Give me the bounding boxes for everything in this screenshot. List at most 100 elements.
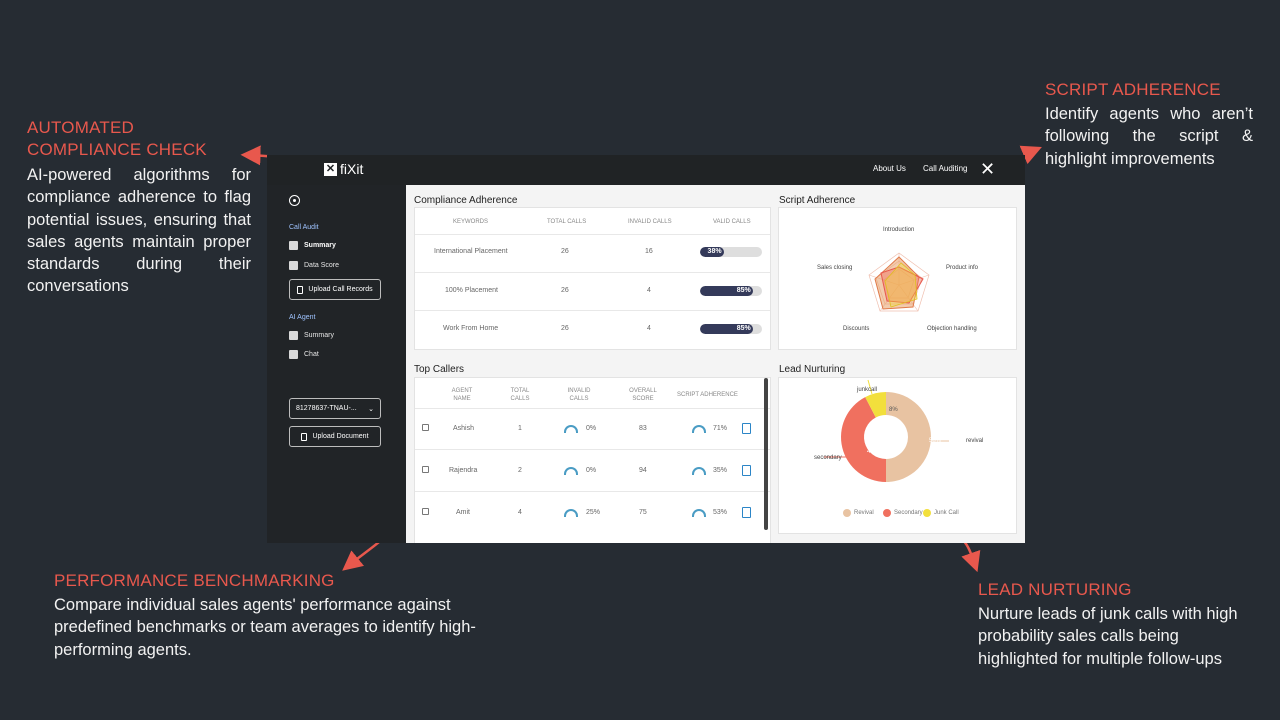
slice-label-revival: 50% — [929, 438, 942, 444]
logo-text: fiXit — [340, 161, 364, 177]
caller-invalid: 0% — [586, 467, 597, 474]
record-icon[interactable] — [289, 195, 300, 206]
file-icon — [301, 432, 308, 441]
file-icon — [297, 285, 304, 294]
scrollbar[interactable] — [764, 378, 768, 530]
callout-lead-body: Nurture leads of junk calls with high pr… — [978, 605, 1238, 668]
col-header-line: OVERALL — [629, 388, 657, 394]
sidebar-item-summary[interactable]: Summary — [289, 241, 336, 250]
divider — [415, 234, 770, 235]
radar-axis-label: Introduction — [883, 227, 915, 233]
legend-item-junk-call[interactable]: Junk Call — [923, 509, 959, 517]
divider — [415, 272, 770, 273]
upload-call-records-button[interactable]: Upload Call Records — [289, 279, 381, 300]
logo[interactable]: ✕ fiXit — [324, 161, 363, 177]
legend-dot-junk — [923, 509, 931, 517]
sidebar-section-ai-agent: AI Agent — [289, 314, 316, 321]
nav-about-us[interactable]: About Us — [873, 164, 906, 173]
row-checkbox[interactable] — [422, 508, 429, 515]
col-header-line: INVALID — [567, 388, 591, 394]
compliance-invalid: 4 — [647, 325, 651, 332]
document-icon[interactable] — [742, 423, 751, 434]
donut-slice-revival — [886, 392, 931, 482]
agent-id-select[interactable]: 81278637-TNAU-... ⌄ — [289, 398, 381, 419]
legend-label: Secondary — [894, 510, 923, 516]
valid-calls-label: 38% — [707, 248, 722, 255]
col-header-line: TOTAL — [510, 388, 530, 394]
gauge-icon — [564, 425, 578, 433]
col-header-total-calls[interactable]: TOTAL CALLS — [508, 387, 532, 403]
col-header-invalid-calls[interactable]: INVALID CALLS — [565, 387, 593, 403]
compliance-table: KEYWORDS TOTAL CALLS INVALID CALLS VALID… — [414, 207, 771, 350]
compliance-keyword: 100% Placement — [445, 287, 498, 294]
caller-total: 2 — [518, 467, 522, 474]
label-junkcall: junkcall — [857, 387, 878, 393]
caller-invalid: 25% — [586, 509, 601, 516]
caller-name: Ashish — [453, 425, 475, 432]
caller-script: 35% — [713, 467, 728, 474]
divider — [415, 491, 770, 492]
top-bar: ✕ fiXit About Us Call Auditing ✕ — [267, 155, 1025, 185]
gauge-icon — [692, 467, 706, 475]
sidebar-item-data-score[interactable]: Data Score — [289, 261, 339, 270]
callout-compliance-title-2: COMPLIANCE CHECK — [27, 140, 207, 159]
row-checkbox[interactable] — [422, 466, 429, 473]
slice-label-secondary: 42% — [867, 449, 880, 455]
radar-axis-label: Discounts — [843, 326, 870, 332]
caller-score: 94 — [639, 467, 647, 474]
compliance-total: 26 — [561, 325, 569, 332]
callout-performance-body: Compare individual sales agents' perform… — [54, 596, 476, 659]
legend-item-revival[interactable]: Revival — [843, 509, 874, 517]
top-callers-title: Top Callers — [414, 364, 465, 375]
compliance-invalid: 16 — [645, 248, 653, 255]
caller-total: 1 — [518, 425, 522, 432]
script-radar-card: Introduction Product info Objection hand… — [778, 207, 1017, 350]
col-header-agent-name[interactable]: AGENT NAME — [450, 387, 474, 403]
col-header-overall-score[interactable]: OVERALL SCORE — [627, 387, 659, 403]
score-icon — [289, 261, 298, 270]
callout-performance: PERFORMANCE BENCHMARKING Compare individ… — [54, 570, 477, 661]
col-header-script-adherence[interactable]: SCRIPT ADHERENCE — [677, 391, 738, 399]
col-header-line: CALLS — [569, 396, 589, 402]
agent-id-select-value: 81278637-TNAU-... — [296, 405, 357, 412]
gauge-icon — [692, 509, 706, 517]
document-icon[interactable] — [742, 465, 751, 476]
document-icon[interactable] — [742, 507, 751, 518]
lead-nurturing-title: Lead Nurturing — [779, 364, 846, 375]
lead-nurturing-card: 50% 42% 8% revival secondary junkcall Re… — [778, 377, 1017, 534]
close-icon[interactable]: ✕ — [980, 159, 995, 179]
sidebar-item-chat[interactable]: Chat — [289, 350, 319, 359]
caller-script: 53% — [713, 509, 728, 516]
col-header-invalid-calls: INVALID CALLS — [628, 219, 672, 225]
upload-document-button[interactable]: Upload Document — [289, 426, 381, 447]
sidebar-item-agent-summary[interactable]: Summary — [289, 331, 334, 340]
document-icon — [289, 331, 298, 340]
col-header-line: CALLS — [510, 396, 530, 402]
callout-lead-title: LEAD NURTURING — [978, 580, 1132, 599]
compliance-total: 26 — [561, 287, 569, 294]
script-title: Script Adherence — [779, 195, 856, 206]
caller-score: 83 — [639, 425, 647, 432]
compliance-invalid: 4 — [647, 287, 651, 294]
gauge-icon — [564, 467, 578, 475]
gauge-icon — [564, 509, 578, 517]
chevron-down-icon: ⌄ — [368, 406, 374, 413]
divider — [415, 408, 770, 409]
sidebar-section-call-audit: Call Audit — [289, 224, 319, 231]
nav-call-auditing[interactable]: Call Auditing — [923, 164, 967, 173]
col-header-line: AGENT — [451, 388, 473, 394]
col-header-total-calls: TOTAL CALLS — [547, 219, 587, 225]
col-header-keywords: KEYWORDS — [453, 219, 489, 225]
legend-dot-revival — [843, 509, 851, 517]
caller-name: Amit — [456, 509, 470, 516]
caller-name: Rajendra — [449, 467, 478, 474]
sidebar: Call Audit Summary Data Score Upload Cal… — [267, 185, 406, 543]
logo-mark-icon: ✕ — [324, 162, 337, 176]
sidebar-item-label: Data Score — [304, 262, 340, 269]
legend-dot-secondary — [883, 509, 891, 517]
legend-item-secondary[interactable]: Secondary — [883, 509, 923, 517]
row-checkbox[interactable] — [422, 424, 429, 431]
top-callers-table: AGENT NAME TOTAL CALLS INVALID CALLS OVE… — [414, 377, 771, 543]
radar-axis-label: Product info — [946, 265, 979, 271]
valid-calls-label: 85% — [736, 287, 751, 294]
